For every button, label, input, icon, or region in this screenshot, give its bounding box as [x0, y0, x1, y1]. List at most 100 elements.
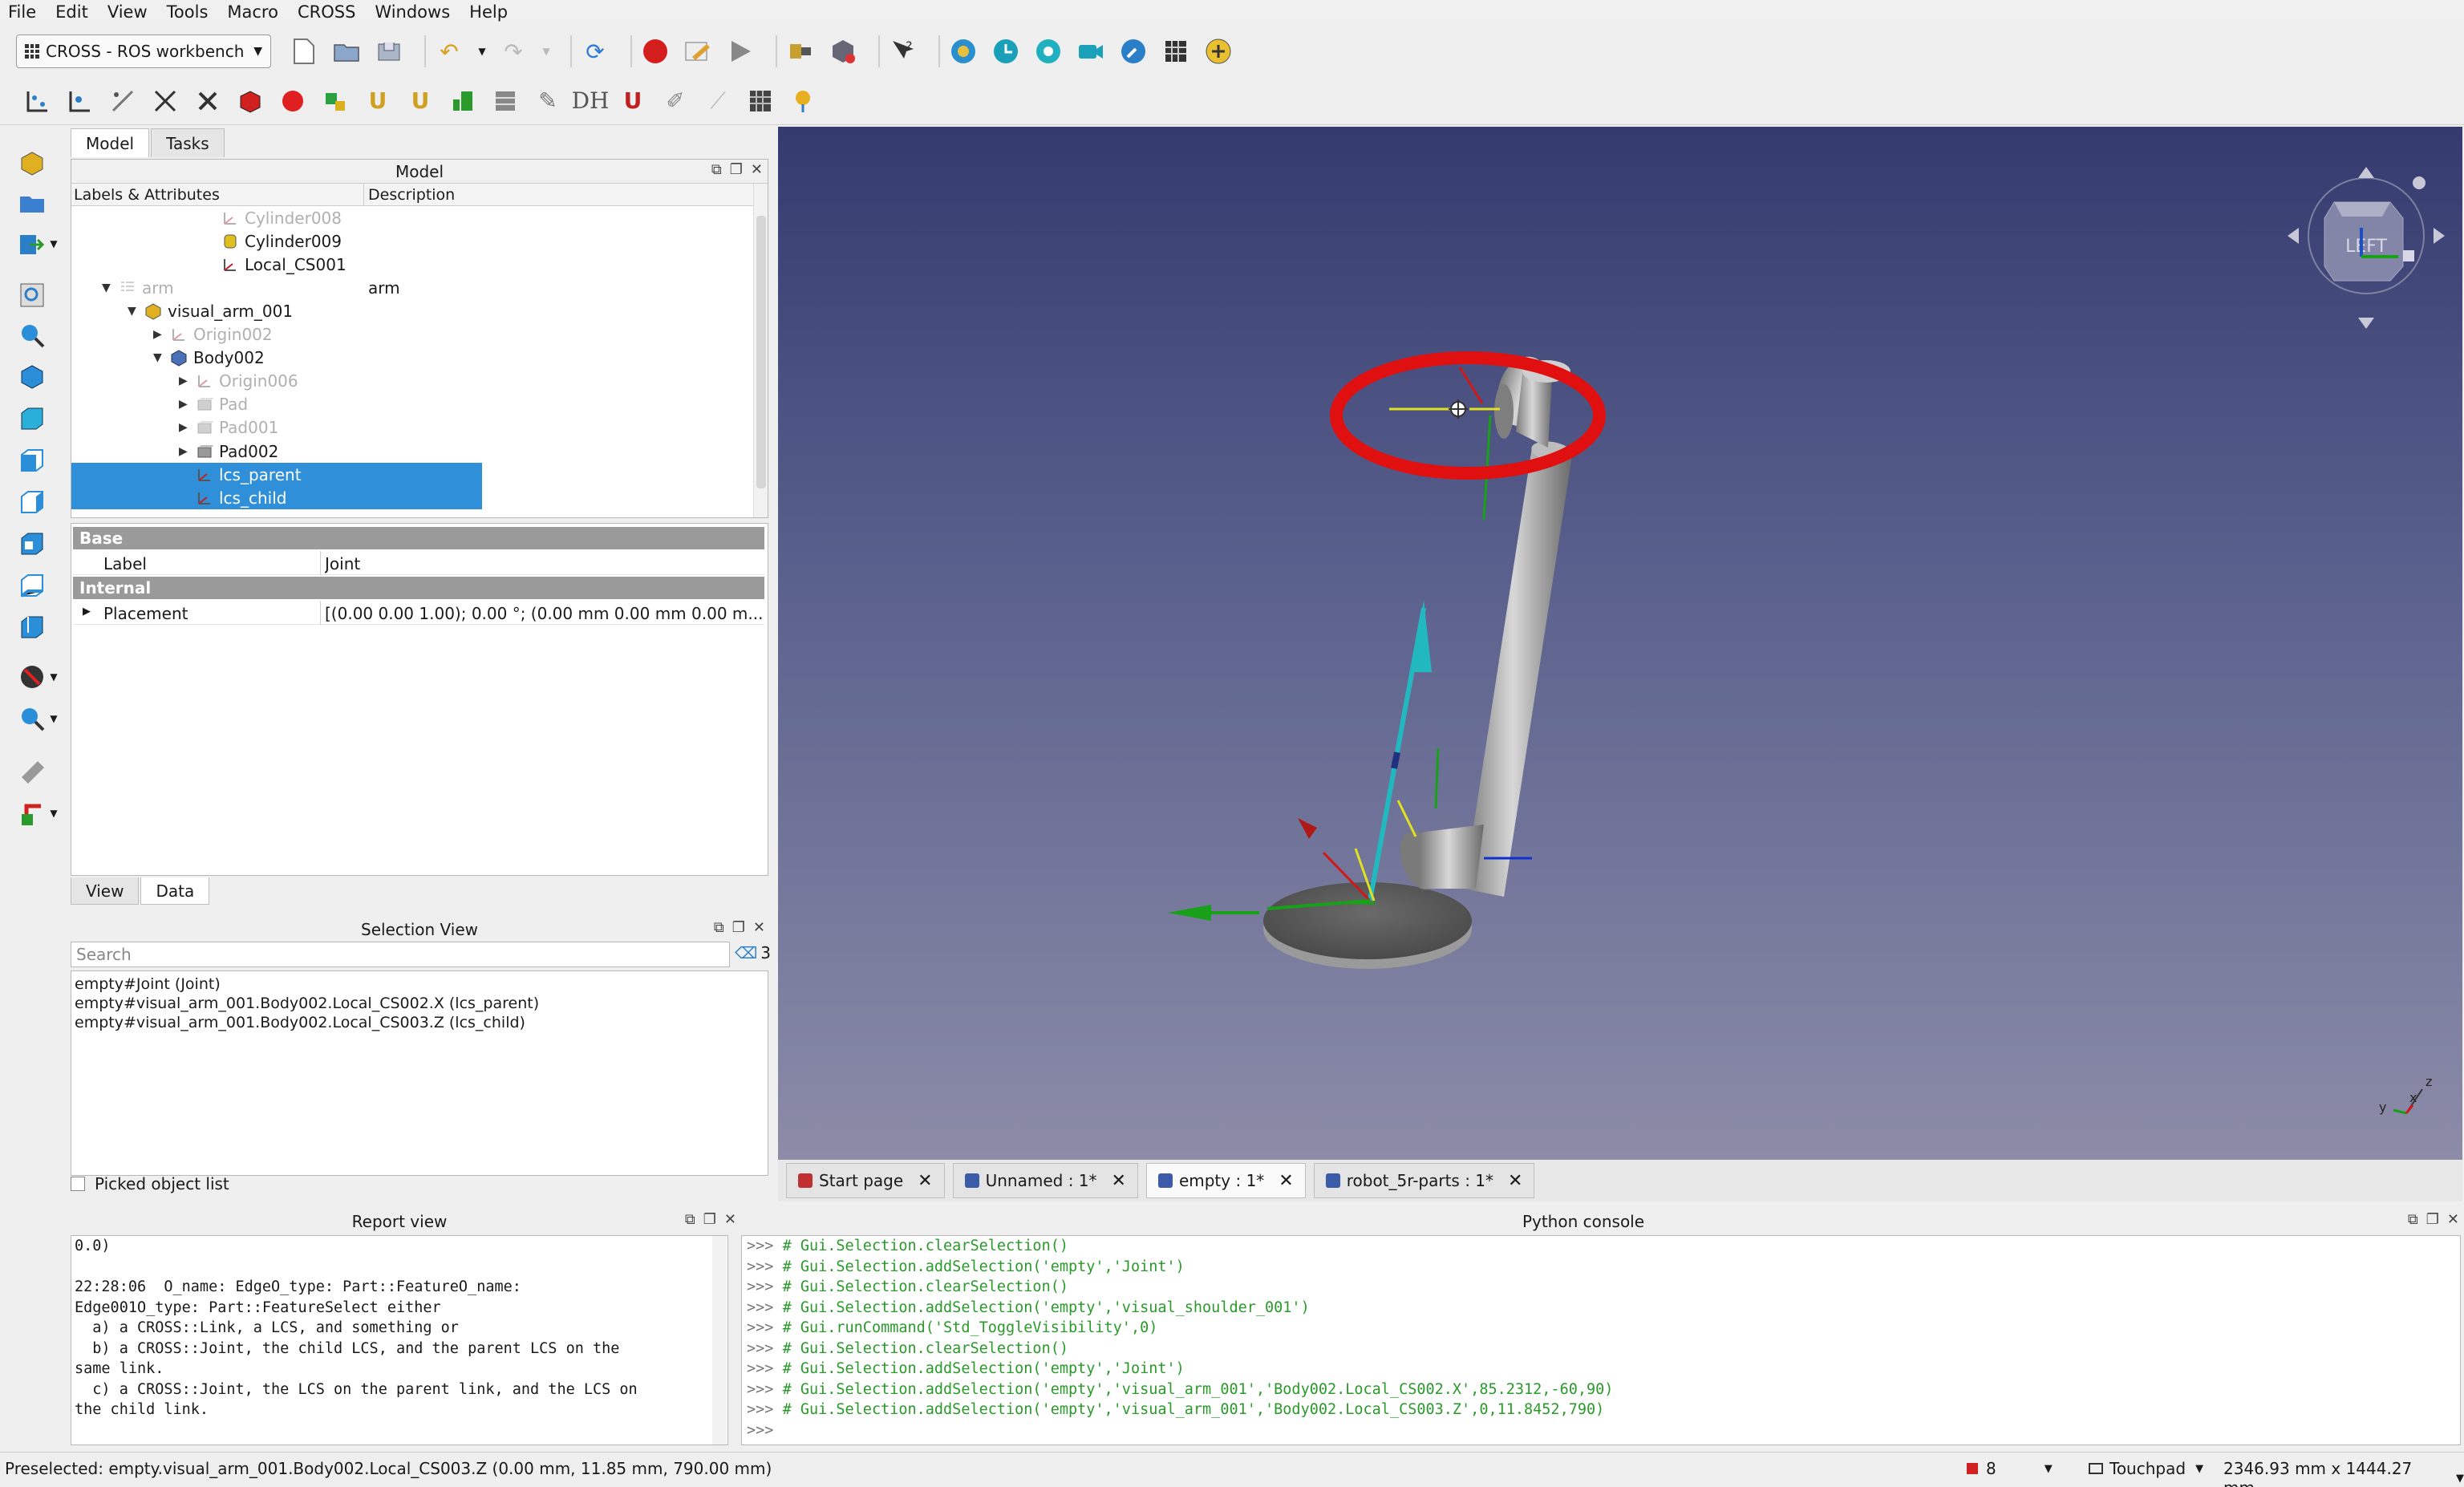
menu-file[interactable]: File	[8, 2, 36, 22]
report-scrollbar[interactable]	[712, 1236, 727, 1444]
undock-icon[interactable]: ❐	[730, 161, 743, 178]
folder-icon[interactable]	[16, 188, 48, 220]
tab-tasks[interactable]: Tasks	[151, 128, 225, 157]
selection-item[interactable]: empty#Joint (Joint)	[75, 974, 764, 994]
tab-view[interactable]: View	[71, 877, 140, 905]
menu-edit[interactable]: Edit	[55, 2, 88, 22]
menu-view[interactable]: View	[107, 2, 148, 22]
export-dropdown-icon[interactable]: ▼	[48, 228, 59, 260]
close-icon[interactable]: ✕	[2447, 1211, 2459, 1228]
float-icon[interactable]: ⧉	[711, 161, 722, 178]
planning-scene-icon[interactable]	[788, 86, 818, 116]
workbench-selector[interactable]: CROSS - ROS workbench ▼	[16, 34, 271, 68]
macro-record-icon[interactable]	[640, 36, 671, 67]
property-value[interactable]: Joint	[325, 554, 762, 573]
chart-icon[interactable]	[448, 86, 478, 116]
paint-icon[interactable]: ✐	[660, 86, 691, 116]
part-icon[interactable]	[828, 36, 858, 67]
joint-icon[interactable]: U	[363, 86, 393, 116]
undo-icon[interactable]: ↶	[434, 36, 464, 67]
joint-red-icon[interactable]: U	[618, 86, 648, 116]
undock-icon[interactable]: ❐	[703, 1211, 716, 1228]
snap-lines-icon[interactable]	[107, 86, 138, 116]
view-top-icon[interactable]	[16, 444, 48, 476]
view-bottom-icon[interactable]	[16, 569, 48, 602]
view-isometric-icon[interactable]	[16, 361, 48, 393]
add-icon[interactable]	[1203, 36, 1234, 67]
export-icon[interactable]	[16, 228, 48, 260]
tree-item[interactable]: ▶ Origin006	[71, 370, 482, 393]
pen-icon[interactable]: ✎	[533, 86, 563, 116]
fit-selection-icon[interactable]	[16, 319, 48, 351]
draw-style-dropdown-icon[interactable]: ▼	[48, 661, 59, 693]
robot-base[interactable]	[1263, 882, 1472, 969]
menu-macro[interactable]: Macro	[227, 2, 278, 22]
view-front-icon[interactable]	[16, 403, 48, 435]
undock-icon[interactable]: ❐	[732, 919, 745, 936]
property-row-label[interactable]: Label Joint	[73, 551, 764, 575]
menu-windows[interactable]: Windows	[375, 2, 450, 22]
menu-cross[interactable]: CROSS	[298, 2, 355, 22]
close-icon[interactable]: ✕	[724, 1211, 736, 1228]
collapse-arrow-icon[interactable]: ▼	[102, 282, 111, 294]
fit-all-icon[interactable]	[16, 279, 48, 311]
view-left-icon[interactable]	[16, 611, 48, 643]
tree-item[interactable]: ▼ Body002	[71, 346, 482, 370]
tree-item[interactable]: Local_CS001	[71, 253, 482, 276]
navigation-cube[interactable]: LEFT	[2288, 167, 2445, 329]
view-right-icon[interactable]	[16, 486, 48, 518]
doc-tab-start-page[interactable]: Start page ✕	[786, 1163, 945, 1198]
robot-arm-icon[interactable]	[16, 797, 48, 829]
lcs-parent-axes[interactable]	[1389, 367, 1500, 521]
expand-arrow-icon[interactable]: ▶	[153, 328, 162, 341]
new-document-icon[interactable]	[289, 36, 319, 67]
menu-tools[interactable]: Tools	[167, 2, 209, 22]
save-icon[interactable]	[374, 36, 404, 67]
joint-alt-icon[interactable]: U	[405, 86, 436, 116]
column-labels[interactable]: Labels & Attributes	[74, 186, 220, 204]
view-rear-icon[interactable]	[16, 528, 48, 560]
float-icon[interactable]: ⧉	[685, 1211, 695, 1228]
measure-ruler-icon[interactable]	[16, 756, 48, 788]
undock-icon[interactable]: ❐	[2426, 1211, 2439, 1228]
3d-viewport[interactable]: LEFT z y x	[778, 127, 2462, 1160]
close-icon[interactable]: ✕	[1112, 1171, 1126, 1191]
ros-workbench-icon[interactable]	[948, 36, 979, 67]
box-icon[interactable]	[235, 86, 265, 116]
grid-icon[interactable]	[1161, 36, 1191, 67]
doc-tab-robot-5r-parts[interactable]: robot_5r-parts : 1* ✕	[1313, 1163, 1535, 1198]
tree-item[interactable]: ▼ visual_arm_001	[71, 299, 482, 322]
link-icon[interactable]	[785, 36, 816, 67]
snap-grid-icon[interactable]	[22, 86, 53, 116]
robot-icon[interactable]	[320, 86, 351, 116]
picked-object-list-toggle[interactable]: Picked object list	[71, 1174, 229, 1193]
float-icon[interactable]: ⧉	[714, 919, 724, 936]
robot-arm-dropdown-icon[interactable]: ▼	[48, 797, 59, 829]
close-icon[interactable]: ✕	[1508, 1171, 1522, 1191]
dh-parameters-icon[interactable]: DH	[572, 86, 610, 116]
macro-execute-icon[interactable]	[725, 36, 756, 67]
clear-selection-icon[interactable]: ⌫	[735, 943, 757, 962]
tree-item[interactable]: ▶ Pad002	[71, 440, 482, 463]
navigation-style-selector[interactable]: Touchpad ▼	[2089, 1459, 2203, 1478]
expand-arrow-icon[interactable]: ▶	[83, 606, 91, 618]
ros-network-icon[interactable]	[1033, 36, 1064, 67]
tree-item[interactable]: lcs_child	[71, 486, 482, 510]
selection-item[interactable]: empty#visual_arm_001.Body002.Local_CS003…	[75, 1013, 764, 1032]
property-row-placement[interactable]: ▶ Placement [(0.00 0.00 1.00); 0.00 °; (…	[73, 601, 764, 625]
expand-arrow-icon[interactable]: ▶	[179, 421, 188, 434]
layers-icon[interactable]	[490, 86, 521, 116]
workcell-icon[interactable]	[745, 86, 776, 116]
zoom-dropdown-icon[interactable]: ▼	[48, 703, 59, 735]
expand-arrow-icon[interactable]: ▶	[179, 445, 188, 458]
snap-diagonal-icon[interactable]	[150, 86, 180, 116]
expand-arrow-icon[interactable]: ▶	[179, 398, 188, 411]
tree-scrollbar[interactable]	[753, 184, 768, 517]
measure-icon[interactable]: ⟋	[703, 86, 733, 116]
cross-tool-icon[interactable]	[192, 86, 223, 116]
macro-edit-icon[interactable]	[683, 36, 713, 67]
close-icon[interactable]: ✕	[751, 161, 763, 178]
tab-data[interactable]: Data	[140, 877, 210, 905]
picked-checkbox[interactable]	[71, 1177, 85, 1191]
close-icon[interactable]: ✕	[753, 919, 765, 936]
